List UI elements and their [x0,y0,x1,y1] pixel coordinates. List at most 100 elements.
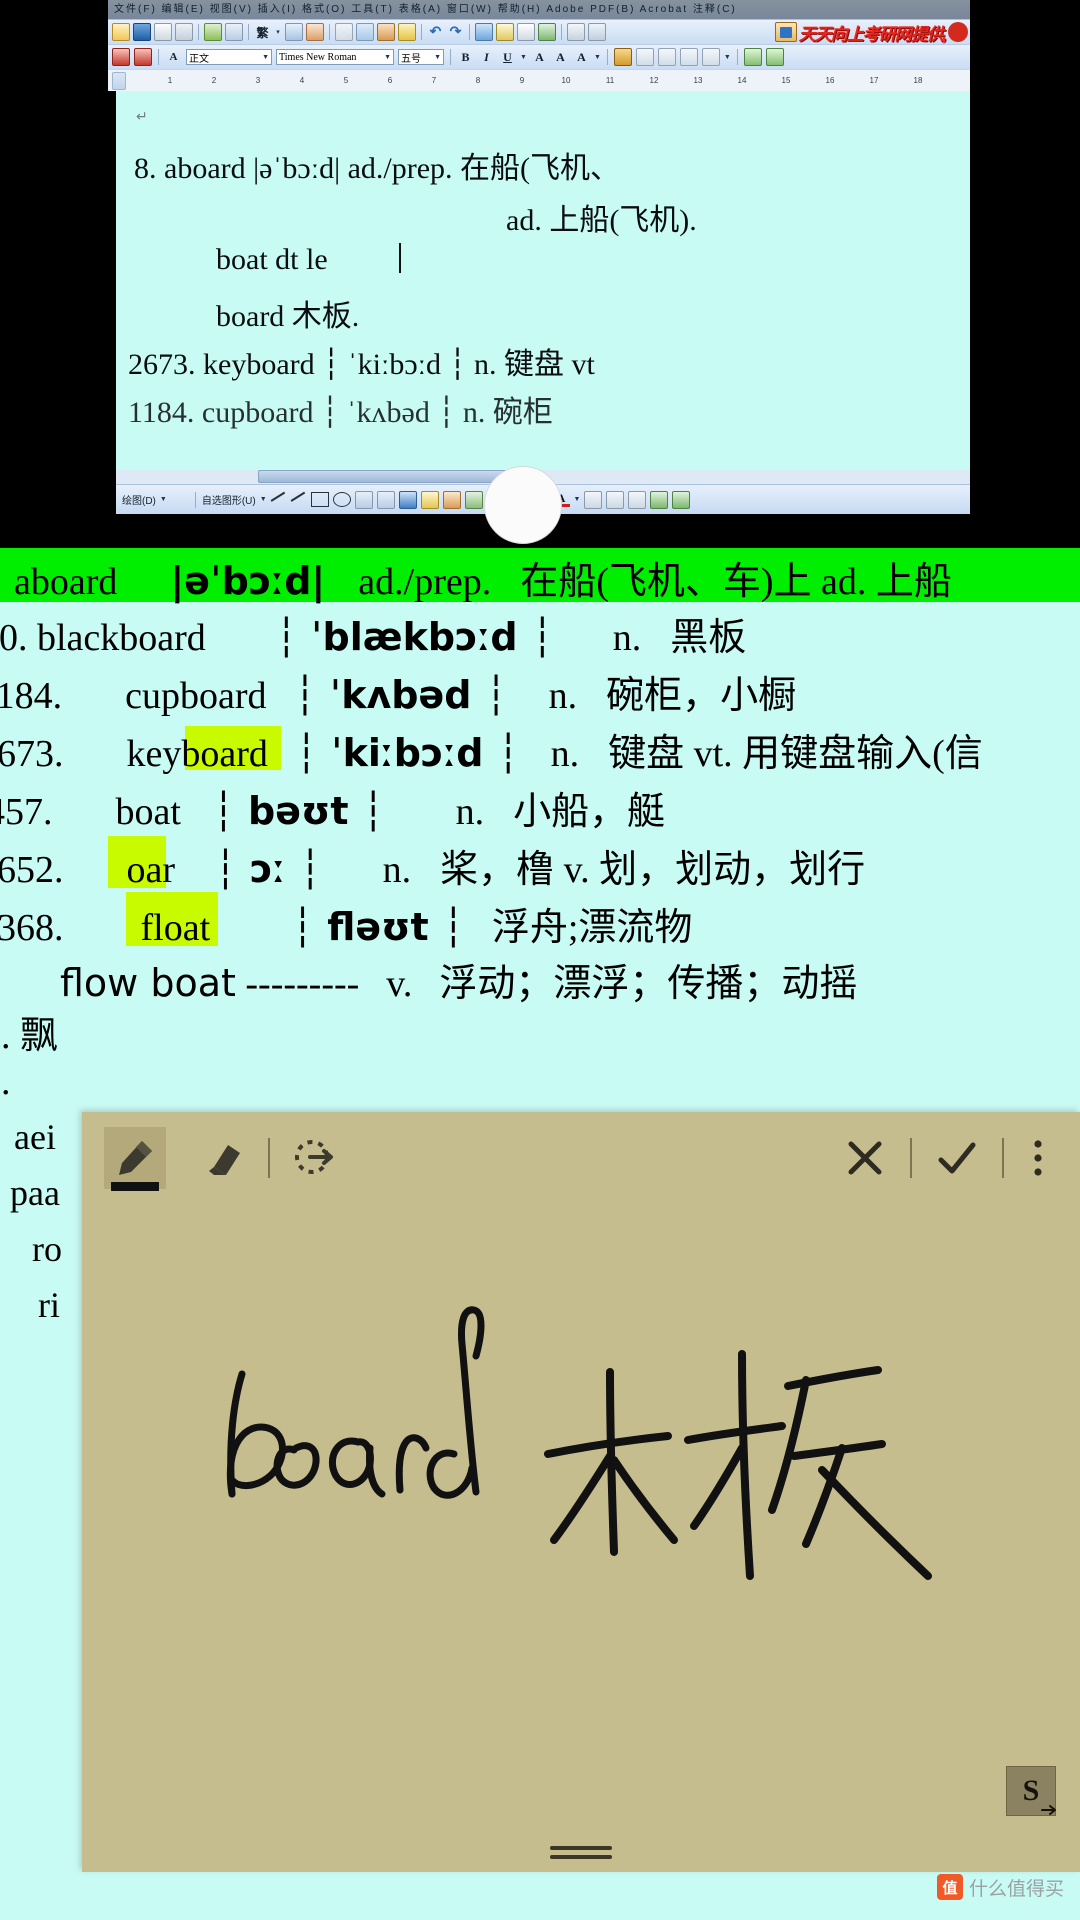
dash-style-icon[interactable] [606,490,625,509]
vertical-text-box-icon[interactable] [376,490,395,509]
columns-icon[interactable] [567,23,585,41]
confirm-button[interactable] [926,1127,988,1189]
new-doc-icon[interactable] [112,23,130,41]
bullet-list-icon[interactable] [743,48,762,66]
chevron-down-icon[interactable]: ▼ [262,53,269,61]
vocab-meaning: 碗柜，小橱 [606,675,797,717]
chevron-down-icon[interactable]: ▾ [274,24,282,40]
diagram-icon[interactable] [420,490,439,509]
redo-icon[interactable]: ↷ [447,24,464,41]
autoshapes-menu-label[interactable]: 自选图形(U) [202,492,256,507]
print-icon[interactable] [154,23,172,41]
vocab-row-float[interactable]: 2368. float ┆ fləʊt ┆ 浮舟;漂流物 [0,896,692,951]
underline-button[interactable]: U [499,49,516,66]
paragraph-style-select[interactable]: 正文 ▼ [186,49,272,65]
vocab-word: blackboard [37,617,206,659]
ruler-tick-label: 8 [475,76,481,85]
table-icon[interactable] [496,23,514,41]
research-icon[interactable] [225,23,243,41]
panel-resize-grip[interactable] [550,1846,612,1859]
excel-sheet-icon[interactable] [538,23,556,41]
more-options-button[interactable] [1018,1127,1058,1189]
spellcheck-icon[interactable] [204,23,222,41]
pdf-convert-icon[interactable] [112,48,130,66]
chevron-down-icon[interactable]: ▼ [384,53,391,61]
chevron-down-icon[interactable]: ▼ [260,496,267,503]
chevron-down-icon[interactable]: ▼ [724,53,731,61]
pdf-email-icon[interactable] [134,48,152,66]
chevron-down-icon[interactable]: ▼ [574,496,581,503]
line-shape-icon[interactable] [271,492,287,507]
hyperlink-icon[interactable] [475,23,493,41]
paste-icon[interactable] [377,23,395,41]
italic-button[interactable]: I [478,49,495,66]
handwriting-panel[interactable]: board 木板 S [82,1112,1080,1872]
toolbar-separator [469,24,470,40]
ellipse-shape-icon[interactable] [332,492,351,507]
horizontal-scrollbar-thumb[interactable] [258,470,518,483]
character-grid-icon[interactable] [306,23,324,41]
vocab-row-flow-boat[interactable]: flow boat --------- v. 浮动；漂浮；传播；动摇 [60,952,857,1007]
font-family-select[interactable]: Times New Roman ▼ [276,49,394,65]
ruler-tick-label: 7 [431,76,437,85]
insert-table-icon[interactable] [517,23,535,41]
doc-line: board 木板. [216,300,360,333]
save-icon[interactable] [133,23,151,41]
vocab-row-aboard[interactable]: aboard |əˈbɔːd| ad./prep. 在船(飞机、车)上 ad. … [14,550,952,605]
font-size-select[interactable]: 五号 ▼ [398,49,444,65]
horizontal-ruler[interactable]: 1 2 3 4 5 6 7 8 9 10 11 12 13 14 15 16 1… [108,69,970,91]
vocab-word: boat [115,791,181,833]
insert-picture-icon[interactable] [464,490,483,509]
handwriting-toolbar[interactable] [82,1112,1080,1204]
bold-button[interactable]: B [457,49,474,66]
vocab-row-blackboard[interactable]: 90. blackboard ┆ ˈblækbɔːd ┆ n. 黑板 [0,606,746,661]
pen-tool-button[interactable] [104,1127,166,1191]
chevron-down-icon[interactable]: ▼ [160,496,167,503]
vocab-row-cupboard[interactable]: 1184. cupboard ┆ ˈkʌbəd ┆ n. 碗柜，小橱 [0,664,796,719]
vocab-row-boat[interactable]: 457. boat ┆ bəʊt ┆ n. 小船，艇 [0,780,665,835]
signature-stamp-button[interactable]: S [1006,1766,1056,1816]
highlight-color-icon[interactable] [613,48,632,66]
clipart-icon[interactable] [442,490,461,509]
chevron-down-icon[interactable]: ▼ [434,53,441,61]
handwriting-canvas[interactable]: board 木板 [82,1204,1080,1872]
numbered-list-icon[interactable] [765,48,784,66]
word-formatting-toolbar[interactable]: A 正文 ▼ Times New Roman ▼ 五号 ▼ B I U ▼ A … [108,44,970,69]
line-style-icon[interactable] [584,490,603,509]
3d-style-icon[interactable] [672,490,691,509]
format-painter-icon[interactable] [398,23,416,41]
phonetic-guide-icon[interactable]: A [573,49,590,66]
character-shading-icon[interactable]: A [552,49,569,66]
character-border-icon[interactable]: A [531,49,548,66]
wordart-icon[interactable] [398,490,417,509]
word-menu-bar[interactable]: 文件(F) 编辑(E) 视图(V) 插入(I) 格式(O) 工具(T) 表格(A… [108,0,970,20]
chevron-down-icon[interactable]: ▼ [594,53,601,61]
text-box-icon[interactable] [354,490,373,509]
copy-icon[interactable] [356,23,374,41]
arrow-style-icon[interactable] [628,490,647,509]
align-left-icon[interactable] [635,48,654,66]
close-icon [848,1141,882,1175]
select-objects-icon[interactable] [171,491,189,509]
chevron-down-icon[interactable]: ▼ [520,53,527,61]
eraser-tool-button[interactable] [192,1127,254,1189]
ruler-tick-label: 11 [605,76,615,85]
traditional-chinese-icon[interactable]: 繁 [254,24,271,41]
tab-stop-selector-icon[interactable] [112,72,126,90]
cut-icon[interactable] [335,23,353,41]
line-spacing-icon[interactable] [701,48,720,66]
shadow-style-icon[interactable] [650,490,669,509]
align-right-icon[interactable] [679,48,698,66]
word-document-canvas[interactable]: ↵ 8. aboard |əˈbɔːd| ad./prep. 在船(飞机、 ad… [116,91,970,483]
rectangle-shape-icon[interactable] [310,492,329,507]
lasso-tool-button[interactable] [284,1127,346,1189]
chart-icon[interactable] [588,23,606,41]
print-preview-icon[interactable] [175,23,193,41]
align-center-icon[interactable] [657,48,676,66]
pinyin-icon[interactable] [285,23,303,41]
vocab-row-keyboard[interactable]: 2673. keyboard ┆ ˈkiːbɔːd ┆ n. 键盘 vt. 用键… [0,722,983,777]
cancel-button[interactable] [834,1127,896,1189]
undo-icon[interactable]: ↶ [427,24,444,41]
drawing-menu-label[interactable]: 绘图(D) [122,492,156,507]
arrow-shape-icon[interactable] [291,492,307,507]
